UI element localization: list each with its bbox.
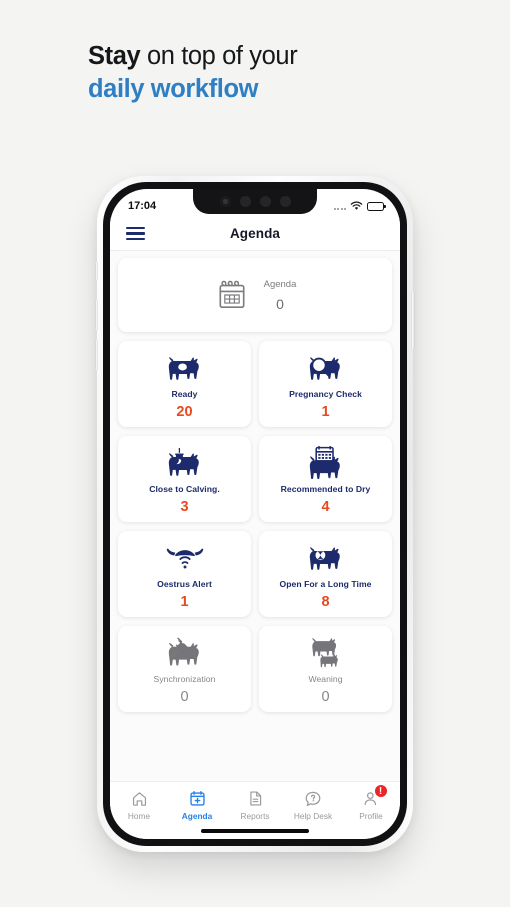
phone-notch — [193, 189, 317, 214]
phone-power-button[interactable] — [411, 292, 415, 348]
ambient-sensor-icon — [259, 195, 271, 207]
promo-headline: Stay on top of your daily workflow — [88, 40, 448, 106]
tab-label: Profile — [359, 811, 383, 821]
cow-egg-icon — [164, 350, 206, 386]
headline-line-1-rest: on top of your — [140, 42, 298, 70]
battery-icon — [367, 201, 386, 211]
cow-magnifier-icon — [305, 350, 347, 386]
tile-label: Oestrus Alert — [157, 579, 212, 589]
agenda-summary-value: 0 — [276, 295, 284, 312]
tab-label: Reports — [240, 811, 270, 821]
tile-oestrus-alert[interactable]: Oestrus Alert 1 — [118, 531, 251, 617]
calendar-icon — [219, 280, 245, 308]
tile-value: 0 — [321, 689, 330, 705]
promo-screenshot: Stay on top of your daily workflow 17:04 — [0, 0, 510, 907]
front-camera-icon — [219, 195, 231, 207]
tab-label: Help Desk — [293, 811, 333, 821]
tile-label: Synchronization — [153, 674, 216, 684]
headline-emphasis: Stay — [88, 42, 141, 70]
proximity-sensor-icon — [239, 195, 251, 207]
tab-label: Agenda — [181, 811, 213, 821]
bull-head-signal-icon — [162, 540, 208, 576]
wifi-icon — [350, 201, 363, 210]
hamburger-menu-icon[interactable] — [126, 227, 145, 240]
signal-dots-icon — [333, 202, 346, 210]
tile-recommended-to-dry[interactable]: Recommended to Dry 4 — [259, 436, 392, 522]
document-icon — [247, 789, 264, 808]
agenda-summary-card[interactable]: Agenda 0 — [118, 258, 392, 332]
tile-value: 20 — [176, 404, 193, 420]
phone-volume-down-button[interactable] — [95, 340, 98, 370]
agenda-content: Agenda 0 Ready 20 Pregnancy Check 1 Clos… — [110, 251, 400, 792]
cow-syringe-icon — [164, 635, 206, 671]
agenda-summary-label: Agenda — [263, 278, 297, 290]
tab-label: Home — [127, 811, 151, 821]
tile-label: Close to Calving. — [149, 484, 220, 494]
headline-line-1: Stay on top of your — [88, 40, 448, 73]
speaker-sensor-icon — [279, 195, 291, 207]
tile-value: 0 — [180, 689, 189, 705]
home-icon — [131, 789, 148, 808]
tile-value: 8 — [321, 594, 330, 610]
phone-screen: 17:04 Agenda Agenda 0 Ready 20 Pregnancy… — [110, 189, 400, 839]
tile-value: 1 — [321, 404, 330, 420]
headline-line-2: daily workflow — [88, 75, 259, 103]
cow-clock-icon — [305, 540, 347, 576]
tile-label: Weaning — [308, 674, 343, 684]
app-header: Agenda — [110, 217, 400, 251]
tile-synchronization[interactable]: Synchronization 0 — [118, 626, 251, 712]
tile-label: Open For a Long Time — [279, 579, 372, 589]
agenda-tile-grid: Ready 20 Pregnancy Check 1 Close to Calv… — [118, 341, 392, 712]
agenda-summary-text: Agenda 0 — [264, 279, 297, 312]
page-title: Agenda — [229, 226, 281, 241]
profile-alert-badge: ! — [373, 784, 388, 798]
status-bar-indicators — [333, 201, 386, 211]
home-indicator[interactable] — [201, 829, 309, 833]
tile-label: Ready — [171, 389, 198, 399]
tile-value: 3 — [180, 499, 189, 515]
tile-pregnancy-check[interactable]: Pregnancy Check 1 — [259, 341, 392, 427]
cow-calendar-icon — [305, 445, 347, 481]
tab-reports[interactable]: Reports — [226, 789, 284, 821]
tab-profile[interactable]: ! Profile — [342, 784, 400, 821]
status-bar-time: 17:04 — [128, 200, 157, 212]
tile-ready[interactable]: Ready 20 — [118, 341, 251, 427]
calendar-plus-icon — [189, 789, 206, 808]
person-icon: ! — [363, 784, 388, 808]
tile-label: Recommended to Dry — [280, 484, 371, 494]
tab-home[interactable]: Home — [110, 789, 168, 821]
tile-label: Pregnancy Check — [289, 389, 362, 399]
tile-weaning[interactable]: Weaning 0 — [259, 626, 392, 712]
bottom-tab-bar: Home Agenda Reports Help Desk ! Profile — [110, 781, 400, 839]
cow-calving-icon — [164, 445, 206, 481]
chat-question-icon — [304, 789, 322, 808]
phone-volume-up-button[interactable] — [95, 300, 98, 330]
tab-agenda[interactable]: Agenda — [168, 789, 226, 821]
tab-help-desk[interactable]: Help Desk — [284, 789, 342, 821]
phone-silent-switch[interactable] — [95, 262, 98, 280]
tile-open-for-a-long-time[interactable]: Open For a Long Time 8 — [259, 531, 392, 617]
cow-calf-icon — [305, 635, 347, 671]
tile-value: 4 — [321, 499, 330, 515]
tile-close-to-calving[interactable]: Close to Calving. 3 — [118, 436, 251, 522]
tile-value: 1 — [180, 594, 189, 610]
